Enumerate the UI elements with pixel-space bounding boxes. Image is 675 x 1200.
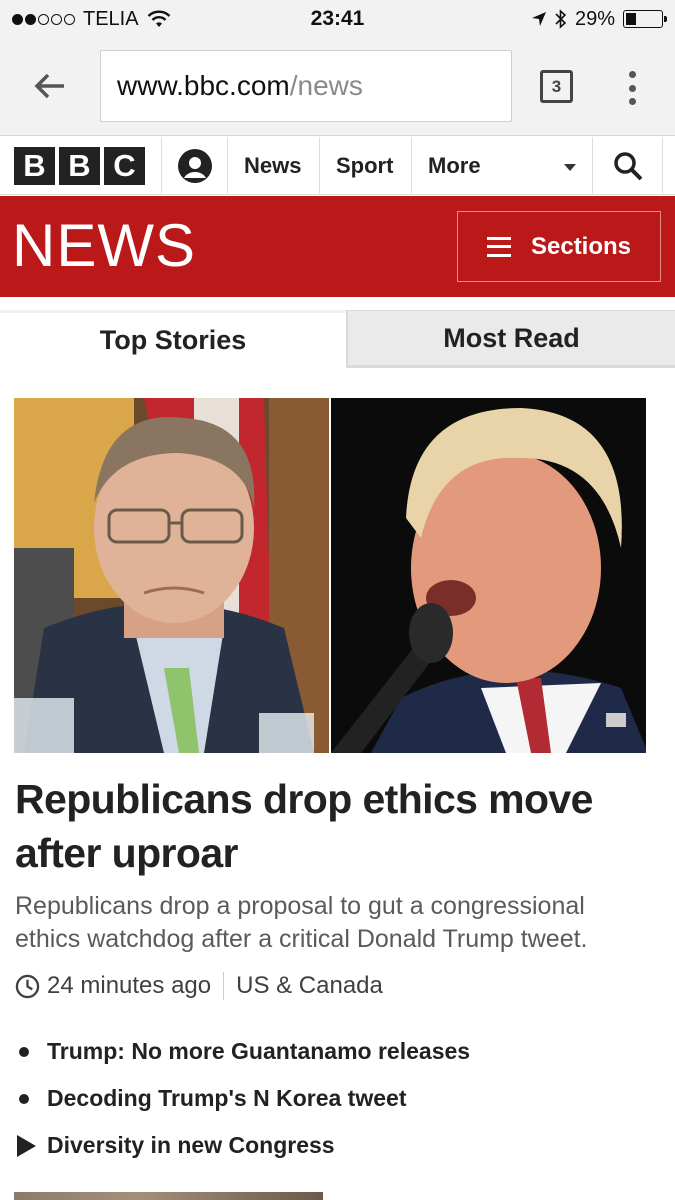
bluetooth-icon [555, 9, 567, 29]
tab-top-stories[interactable]: Top Stories [0, 310, 346, 368]
status-time: 23:41 [310, 7, 365, 30]
back-arrow-icon [34, 73, 64, 99]
lead-story-image[interactable] [14, 398, 646, 753]
story-timestamp: 24 minutes ago [47, 972, 225, 1000]
sections-button[interactable]: Sections [457, 211, 661, 282]
next-story-image[interactable] [14, 1192, 323, 1200]
status-right: 29% [423, 7, 667, 31]
bbc-logo[interactable]: B B C [0, 137, 162, 194]
chevron-down-icon [564, 164, 576, 171]
location-arrow-icon [531, 12, 546, 26]
bbc-global-nav: B B C News Sport More [0, 137, 675, 195]
battery-icon [623, 10, 667, 28]
related-story-label: Trump: No more Guantanamo releases [47, 1038, 471, 1064]
bullet-icon [15, 1046, 47, 1057]
portrait-image-left [14, 398, 329, 753]
story-section-link[interactable]: US & Canada [224, 972, 383, 1000]
sections-label: Sections [530, 232, 632, 260]
hamburger-icon [486, 236, 511, 257]
browser-toolbar: www.bbc.com/news 3 [0, 38, 675, 136]
related-story-item[interactable]: Diversity in new Congress [15, 1122, 655, 1169]
url-path: /news [289, 70, 363, 101]
url-host: www.bbc.com [117, 70, 290, 101]
search-icon [613, 151, 642, 180]
tab-switcher-button[interactable]: 3 [540, 70, 573, 103]
related-story-item[interactable]: Decoding Trump's N Korea tweet [15, 1075, 655, 1122]
battery-percent: 29% [574, 7, 615, 30]
nav-news[interactable]: News [228, 137, 320, 194]
bbc-logo-letter: B [59, 146, 100, 185]
clock-icon [15, 974, 40, 998]
wifi-icon [147, 10, 170, 27]
nav-more-label: More [428, 152, 481, 178]
account-icon [177, 148, 212, 183]
news-logo[interactable]: NEWS [12, 216, 196, 276]
lead-story-headline[interactable]: Republicans drop ethics move after uproa… [15, 772, 655, 880]
play-icon [15, 1134, 47, 1157]
bbc-logo-letter: C [104, 146, 145, 185]
portrait-image-right [329, 398, 646, 753]
lead-story-summary: Republicans drop a proposal to gut a con… [15, 892, 588, 953]
back-button[interactable] [30, 66, 70, 106]
story-tabs: Top Stories Most Read [0, 310, 675, 370]
story-meta: 24 minutes ago US & Canada [15, 968, 383, 1004]
status-bar: TELIA 23:41 29% [0, 0, 675, 38]
nav-more[interactable]: More [412, 137, 593, 194]
bbc-logo-letter: B [14, 146, 55, 185]
signal-strength-icon [12, 13, 75, 25]
tab-most-read[interactable]: Most Read [346, 310, 675, 368]
account-button[interactable] [162, 137, 228, 194]
related-story-item[interactable]: Trump: No more Guantanamo releases [15, 1028, 655, 1075]
search-button[interactable] [593, 137, 663, 194]
bullet-icon [15, 1093, 47, 1104]
news-masthead: NEWS Sections [0, 196, 675, 297]
browser-menu-button[interactable] [620, 68, 644, 108]
related-stories: Trump: No more Guantanamo releases Decod… [15, 1028, 655, 1169]
status-left: TELIA [12, 8, 252, 31]
nav-sport[interactable]: Sport [320, 137, 412, 194]
related-story-label: Decoding Trump's N Korea tweet [47, 1085, 407, 1111]
address-bar[interactable]: www.bbc.com/news [100, 50, 512, 122]
carrier-name: TELIA [83, 7, 139, 30]
related-story-label: Diversity in new Congress [47, 1132, 335, 1158]
